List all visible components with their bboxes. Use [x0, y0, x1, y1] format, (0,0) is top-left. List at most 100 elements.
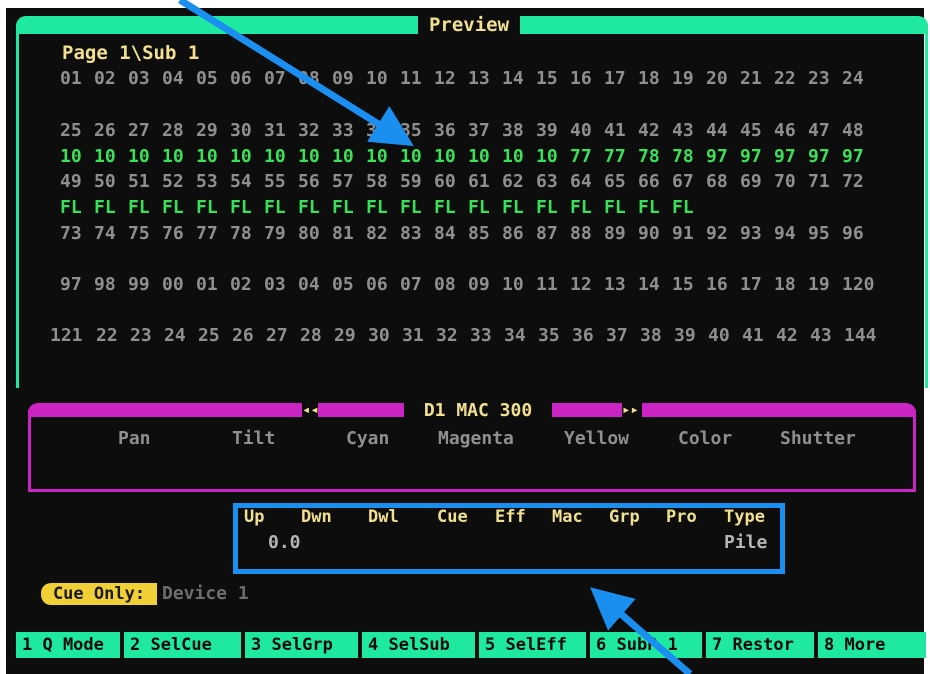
channel-number[interactable]: 31	[264, 120, 298, 141]
channel-number[interactable]: 11	[400, 68, 434, 89]
channel-number[interactable]: 53	[196, 171, 230, 192]
channel-number[interactable]: 61	[468, 171, 502, 192]
channel-number[interactable]: 38	[502, 120, 536, 141]
channel-number[interactable]: 42	[776, 325, 810, 346]
channel-number[interactable]: 12	[434, 68, 468, 89]
channel-number[interactable]: 05	[332, 274, 366, 295]
channel-number[interactable]: 91	[672, 223, 706, 244]
channel-number[interactable]: 02	[94, 68, 128, 89]
channel-number[interactable]: 27	[266, 325, 300, 346]
channel-number[interactable]: 80	[298, 223, 332, 244]
channel-number[interactable]: 29	[334, 325, 368, 346]
channel-number[interactable]: 32	[298, 120, 332, 141]
channel-number[interactable]: 120	[842, 274, 876, 295]
fkey-sel-sub[interactable]: 4 SelSub	[362, 632, 475, 658]
channel-number[interactable]: 01	[60, 68, 94, 89]
channel-number[interactable]: 76	[162, 223, 196, 244]
channel-number[interactable]: 35	[400, 120, 434, 141]
channel-number[interactable]: 51	[128, 171, 162, 192]
channel-number[interactable]: 77	[196, 223, 230, 244]
channel-number[interactable]: 78	[230, 223, 264, 244]
channel-number[interactable]: 94	[774, 223, 808, 244]
channel-number[interactable]: 84	[434, 223, 468, 244]
channel-number[interactable]: 14	[638, 274, 672, 295]
channel-number[interactable]: 42	[638, 120, 672, 141]
channel-number[interactable]: 34	[504, 325, 538, 346]
channel-number[interactable]: 85	[468, 223, 502, 244]
channel-number[interactable]: 121	[50, 325, 96, 346]
channel-number[interactable]: 05	[196, 68, 230, 89]
channel-number[interactable]: 36	[572, 325, 606, 346]
channel-number[interactable]: 07	[264, 68, 298, 89]
channel-number[interactable]: 16	[706, 274, 740, 295]
channel-number[interactable]: 30	[230, 120, 264, 141]
channel-number[interactable]: 23	[808, 68, 842, 89]
channel-number[interactable]: 95	[808, 223, 842, 244]
page-left-arrow[interactable]: ◂◂	[302, 402, 319, 418]
channel-number[interactable]: 09	[468, 274, 502, 295]
channel-number[interactable]: 24	[164, 325, 198, 346]
channel-number[interactable]: 45	[740, 120, 774, 141]
channel-number[interactable]: 43	[672, 120, 706, 141]
channel-number[interactable]: 13	[604, 274, 638, 295]
channel-number[interactable]: 68	[706, 171, 740, 192]
channel-number[interactable]: 37	[468, 120, 502, 141]
fkey-q-mode[interactable]: 1 Q Mode	[16, 632, 120, 658]
channel-number[interactable]: 27	[128, 120, 162, 141]
param-magenta[interactable]: Magenta	[438, 428, 514, 449]
channel-number[interactable]: 38	[640, 325, 674, 346]
channel-number[interactable]: 47	[808, 120, 842, 141]
channel-number[interactable]: 66	[638, 171, 672, 192]
channel-number[interactable]: 14	[502, 68, 536, 89]
channel-number[interactable]: 96	[842, 223, 876, 244]
channel-number[interactable]: 144	[844, 325, 878, 346]
channel-number[interactable]: 16	[570, 68, 604, 89]
channel-number[interactable]: 24	[842, 68, 876, 89]
channel-number[interactable]: 62	[502, 171, 536, 192]
channel-number[interactable]: 31	[402, 325, 436, 346]
channel-number[interactable]: 04	[162, 68, 196, 89]
channel-number[interactable]: 88	[570, 223, 604, 244]
channel-number[interactable]: 90	[638, 223, 672, 244]
page-right-arrow[interactable]: ▸▸	[622, 402, 639, 418]
channel-number[interactable]: 33	[470, 325, 504, 346]
channel-number[interactable]: 30	[368, 325, 402, 346]
channel-number[interactable]: 20	[706, 68, 740, 89]
channel-number[interactable]: 50	[94, 171, 128, 192]
channel-number[interactable]: 70	[774, 171, 808, 192]
param-pan[interactable]: Pan	[118, 428, 151, 449]
channel-number[interactable]: 67	[672, 171, 706, 192]
channel-number[interactable]: 40	[570, 120, 604, 141]
channel-number[interactable]: 00	[162, 274, 196, 295]
channel-number[interactable]: 55	[264, 171, 298, 192]
channel-number[interactable]: 83	[400, 223, 434, 244]
param-yellow[interactable]: Yellow	[564, 428, 629, 449]
channel-number[interactable]: 19	[808, 274, 842, 295]
channel-number[interactable]: 63	[536, 171, 570, 192]
channel-number[interactable]: 72	[842, 171, 876, 192]
channel-number[interactable]: 17	[604, 68, 638, 89]
channel-number[interactable]: 60	[434, 171, 468, 192]
param-shutter[interactable]: Shutter	[780, 428, 856, 449]
channel-number[interactable]: 35	[538, 325, 572, 346]
channel-number[interactable]: 97	[60, 274, 94, 295]
fkey-more[interactable]: 8 More	[818, 632, 926, 658]
channel-number[interactable]: 03	[264, 274, 298, 295]
channel-number[interactable]: 86	[502, 223, 536, 244]
channel-number[interactable]: 12	[570, 274, 604, 295]
channel-number[interactable]: 73	[60, 223, 94, 244]
channel-number[interactable]: 98	[94, 274, 128, 295]
channel-number[interactable]: 36	[434, 120, 468, 141]
channel-number[interactable]: 25	[60, 120, 94, 141]
channel-number[interactable]: 10	[502, 274, 536, 295]
channel-number[interactable]: 41	[604, 120, 638, 141]
channel-number[interactable]: 11	[536, 274, 570, 295]
fkey-sel-cue[interactable]: 2 SelCue	[124, 632, 241, 658]
channel-number[interactable]: 21	[740, 68, 774, 89]
channel-number[interactable]: 06	[366, 274, 400, 295]
channel-number[interactable]: 81	[332, 223, 366, 244]
channel-number[interactable]: 26	[232, 325, 266, 346]
channel-number[interactable]: 74	[94, 223, 128, 244]
channel-number[interactable]: 15	[536, 68, 570, 89]
channel-number[interactable]: 40	[708, 325, 742, 346]
